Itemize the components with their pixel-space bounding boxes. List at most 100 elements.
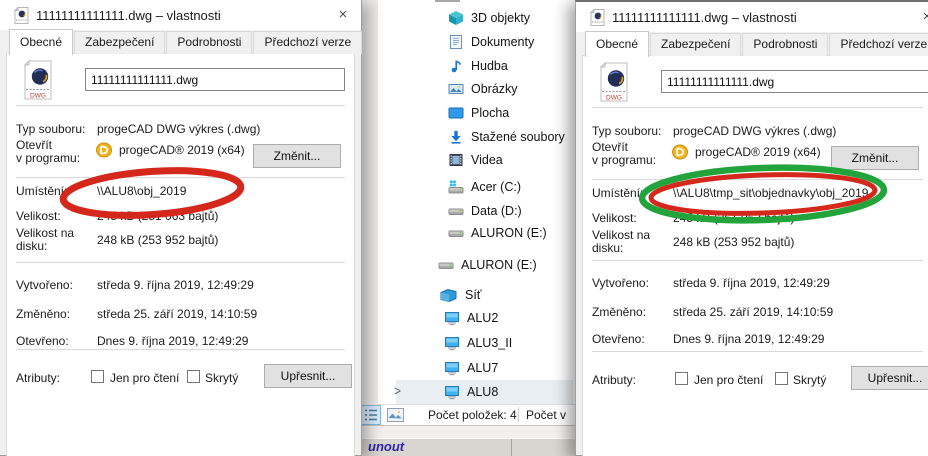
music-icon bbox=[451, 60, 461, 73]
close-button[interactable]: × bbox=[333, 5, 353, 25]
toolbar-divider bbox=[511, 439, 512, 456]
tab-security[interactable]: Zabezpečení bbox=[650, 33, 742, 56]
item-label: Síť bbox=[465, 288, 482, 302]
close-button[interactable]: × bbox=[917, 7, 928, 27]
dialog-titlebar[interactable]: 11111111111111.dwg – vlastnosti × bbox=[576, 2, 928, 32]
explorer-item-alu2[interactable]: ALU2 bbox=[444, 306, 498, 330]
item-label: ALU8 bbox=[467, 385, 499, 399]
item-label: Dokumenty bbox=[471, 35, 535, 49]
partial-link-text[interactable]: unout bbox=[368, 439, 404, 454]
explorer-item-alu8[interactable]: ALU8 bbox=[444, 380, 498, 404]
tab-details[interactable]: Podrobnosti bbox=[742, 33, 829, 56]
item-label: ALU7 bbox=[467, 361, 499, 375]
explorer-item-aluron-e-root[interactable]: ALURON (E:) bbox=[438, 253, 537, 277]
tab-general[interactable]: Obecné bbox=[585, 31, 650, 57]
opens-with-label-2: v programu: bbox=[16, 151, 81, 165]
readonly-label: Jen pro čtení bbox=[694, 373, 764, 387]
item-label: ALURON (E:) bbox=[461, 258, 537, 272]
progecad-app-icon bbox=[672, 144, 688, 160]
explorer-item-data-d[interactable]: Data (D:) bbox=[448, 199, 522, 223]
opens-with-label: Otevřít bbox=[16, 138, 53, 152]
tab-previous-versions[interactable]: Předchozí verze bbox=[829, 33, 928, 56]
modified-label: Změněno: bbox=[16, 307, 71, 321]
filename-input[interactable] bbox=[85, 68, 345, 91]
size-on-disk-label-2: disku: bbox=[16, 239, 48, 253]
dialog-title: 11111111111111.dwg – vlastnosti bbox=[612, 10, 797, 25]
explorer-item-acer-c[interactable]: Acer (C:) bbox=[448, 175, 521, 199]
hidden-checkbox[interactable] bbox=[187, 370, 200, 383]
computer-icon bbox=[445, 386, 459, 400]
size-on-disk-label: Velikost na bbox=[592, 228, 651, 242]
drive-icon bbox=[438, 262, 454, 269]
readonly-checkbox[interactable] bbox=[675, 372, 688, 385]
advanced-button[interactable]: Upřesnit... bbox=[264, 364, 352, 388]
computer-icon bbox=[445, 337, 459, 351]
thumbnail-view-toggle-button[interactable] bbox=[387, 408, 404, 427]
computer-icon bbox=[445, 362, 459, 376]
dwg-file-icon bbox=[13, 6, 29, 29]
tab-page-general: DWG Typ souboru: progeCAD DWG výkres (.d… bbox=[582, 55, 928, 456]
size-value: 245 kB (251 063 bajtů) bbox=[97, 209, 219, 223]
separator bbox=[16, 105, 345, 106]
opens-with-value: progeCAD® 2019 (x64) bbox=[119, 143, 245, 157]
details-view-toggle-button[interactable] bbox=[361, 405, 381, 430]
explorer-item-documents[interactable]: Dokumenty bbox=[448, 30, 534, 54]
explorer-item-pictures[interactable]: Obrázky bbox=[448, 77, 518, 101]
explorer-item-desktop[interactable]: Plocha bbox=[448, 101, 509, 125]
properties-dialog-left: 11111111111111.dwg – vlastnosti × Obecné… bbox=[0, 0, 363, 456]
separator bbox=[592, 260, 923, 261]
item-label: Data (D:) bbox=[471, 204, 522, 218]
downloads-icon bbox=[451, 131, 461, 144]
created-value: středa 9. října 2019, 12:49:29 bbox=[97, 278, 254, 292]
change-button[interactable]: Změnit... bbox=[831, 146, 919, 170]
item-label: Videa bbox=[471, 153, 503, 167]
explorer-item-3d-objects[interactable]: 3D objekty bbox=[448, 6, 530, 30]
separator bbox=[592, 351, 923, 352]
readonly-checkbox[interactable] bbox=[91, 370, 104, 383]
documents-icon bbox=[450, 35, 462, 49]
explorer-item-network[interactable]: Síť bbox=[440, 283, 482, 307]
size-on-disk-label-2: disku: bbox=[592, 241, 624, 255]
opens-with-row: progeCAD® 2019 (x64) bbox=[95, 142, 245, 158]
item-label: 3D objekty bbox=[471, 11, 531, 25]
dwg-icon-label: DWG bbox=[606, 95, 622, 102]
details-view-icon bbox=[361, 405, 381, 425]
tab-security[interactable]: Zabezpečení bbox=[74, 31, 166, 54]
dwg-file-icon-large: DWG bbox=[597, 61, 631, 107]
location-label: Umístění: bbox=[16, 184, 68, 198]
explorer-item-downloads[interactable]: Stažené soubory bbox=[448, 125, 565, 149]
separator bbox=[16, 262, 345, 263]
opens-with-row: progeCAD® 2019 (x64) bbox=[671, 144, 821, 160]
created-label: Vytvořeno: bbox=[592, 276, 649, 290]
explorer-item-aluron-e[interactable]: ALURON (E:) bbox=[448, 221, 547, 245]
explorer-item-alu7[interactable]: ALU7 bbox=[444, 356, 498, 380]
chevron-right-icon[interactable]: > bbox=[394, 383, 401, 399]
opens-with-label-2: v programu: bbox=[592, 153, 657, 167]
created-label: Vytvořeno: bbox=[16, 278, 73, 292]
tab-general[interactable]: Obecné bbox=[9, 29, 74, 55]
pictures-icon bbox=[448, 84, 464, 94]
dwg-file-icon-large: DWG bbox=[21, 59, 55, 105]
explorer-item-alu3-ii[interactable]: ALU3_II bbox=[444, 331, 512, 355]
tab-details[interactable]: Podrobnosti bbox=[166, 31, 253, 54]
explorer-item-music[interactable]: Hudba bbox=[448, 54, 508, 78]
change-button[interactable]: Změnit... bbox=[253, 144, 341, 168]
dialog-titlebar[interactable]: 11111111111111.dwg – vlastnosti × bbox=[0, 0, 361, 30]
tab-previous-versions[interactable]: Předchozí verze bbox=[253, 31, 363, 54]
size-label: Velikost: bbox=[16, 209, 61, 223]
hidden-label: Skrytý bbox=[793, 373, 827, 387]
separator bbox=[592, 107, 923, 108]
accessed-value: Dnes 9. října 2019, 12:49:29 bbox=[673, 332, 825, 346]
filename-input[interactable] bbox=[661, 70, 928, 93]
dialog-title: 11111111111111.dwg – vlastnosti bbox=[36, 8, 221, 23]
attributes-label: Atributy: bbox=[16, 371, 61, 385]
readonly-label: Jen pro čtení bbox=[110, 371, 180, 385]
separator bbox=[592, 179, 923, 180]
hidden-checkbox[interactable] bbox=[775, 372, 788, 385]
advanced-button[interactable]: Upřesnit... bbox=[851, 366, 928, 390]
explorer-item-videos[interactable]: Videa bbox=[448, 148, 503, 172]
tab-strip: Obecné Zabezpečení Podrobnosti Předchozí… bbox=[585, 31, 928, 59]
file-type-value: progeCAD DWG výkres (.dwg) bbox=[97, 122, 261, 136]
status-selected-count-partial: Počet v bbox=[526, 408, 567, 422]
item-label: ALU2 bbox=[467, 311, 499, 325]
